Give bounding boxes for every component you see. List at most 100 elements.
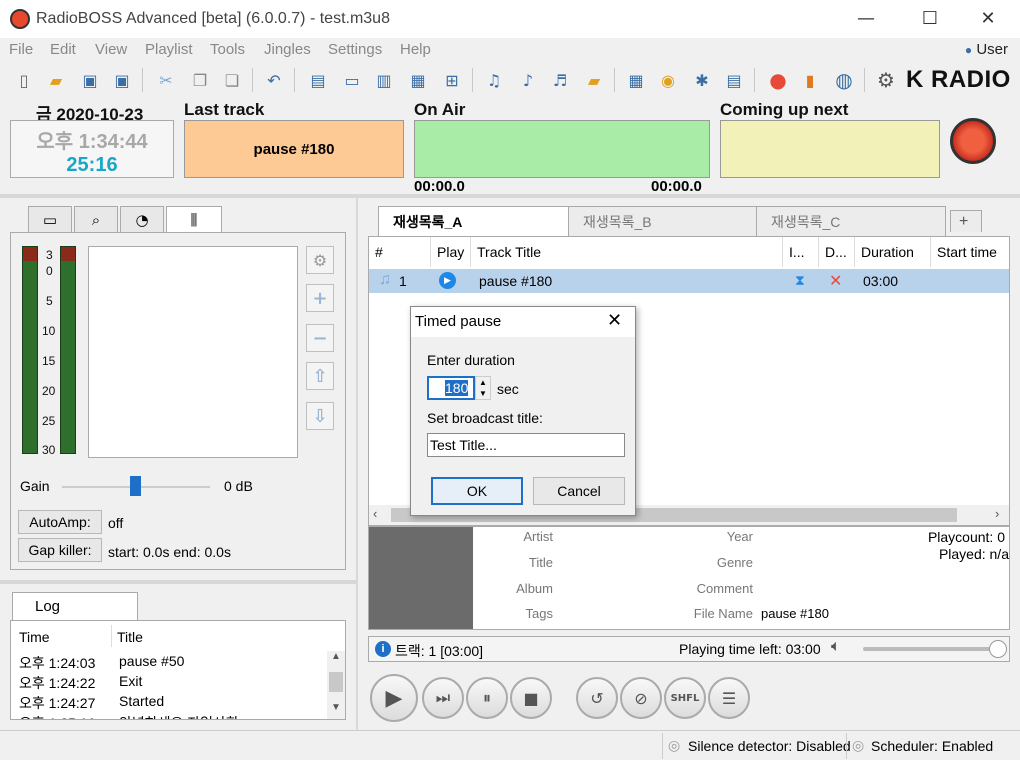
broadcast-title-input[interactable]: Test Title... xyxy=(427,433,625,457)
volume-slider[interactable] xyxy=(989,640,1007,658)
tab-folder-icon[interactable]: ▭ xyxy=(28,206,72,232)
save-icon[interactable]: ▣ xyxy=(78,68,102,92)
ok-button[interactable]: OK xyxy=(431,477,523,505)
menu-file[interactable]: File xyxy=(9,41,33,58)
add-track-icon[interactable]: ♫ xyxy=(482,68,506,92)
play-icon[interactable]: ▶ xyxy=(439,272,456,289)
scroll-left-icon[interactable]: ‹ xyxy=(373,506,377,521)
record-icon[interactable]: ● xyxy=(766,68,790,92)
jingle-icon[interactable]: ◉ xyxy=(656,68,680,92)
add-tab-icon[interactable]: + xyxy=(950,210,982,232)
clock-box: 오후 1:34:44 25:16 xyxy=(10,120,174,178)
clipboard-icon[interactable]: ▤ xyxy=(722,68,746,92)
layout-split-icon[interactable]: ▥ xyxy=(372,68,396,92)
col-track-title[interactable]: Track Title xyxy=(471,237,783,267)
scroll-thumb[interactable] xyxy=(329,672,343,692)
col-i[interactable]: I... xyxy=(783,237,819,267)
move-down-icon[interactable]: ⇩ xyxy=(306,402,334,430)
tab-log[interactable]: Log xyxy=(12,592,138,620)
add-folder-icon[interactable]: ▰ xyxy=(582,68,606,92)
user-icon: ● xyxy=(964,43,973,57)
next-button-icon[interactable]: ⏭︎ xyxy=(422,677,464,719)
play-button-icon[interactable]: ▶ xyxy=(370,674,418,722)
tab-search-icon[interactable]: ⌕ xyxy=(74,206,118,232)
silence-check-icon: ◎ xyxy=(668,737,681,753)
menu-playlist[interactable]: Playlist xyxy=(145,41,193,58)
menu-view[interactable]: View xyxy=(95,41,127,58)
maximize-button[interactable]: ☐ xyxy=(910,8,950,30)
add-effect-icon[interactable]: + xyxy=(306,284,334,312)
layout-add-icon[interactable]: ⊞ xyxy=(440,68,464,92)
stop-button-icon[interactable]: ■ xyxy=(510,677,552,719)
duration-input[interactable]: 180 xyxy=(427,376,475,400)
layout-grid-icon[interactable]: ▦ xyxy=(406,68,430,92)
col-d[interactable]: D... xyxy=(819,237,855,267)
disable-button-icon[interactable]: ⊘ xyxy=(620,677,662,719)
cut-icon[interactable]: ✂ xyxy=(154,68,178,92)
schedule-icon[interactable]: ▦ xyxy=(624,68,648,92)
new-file-icon[interactable]: ▯ xyxy=(12,68,36,92)
menu-help[interactable]: Help xyxy=(400,41,431,58)
gap-killer-button[interactable]: Gap killer: xyxy=(18,538,102,562)
tab-playlist-b[interactable]: 재생목록_B xyxy=(568,206,758,236)
last-track-box: pause #180 xyxy=(184,120,404,178)
volume-icon[interactable]: 🔈︎ xyxy=(831,638,841,656)
effects-list[interactable] xyxy=(88,246,298,458)
tab-clock-icon[interactable]: ◔ xyxy=(120,206,164,232)
add-music-icon[interactable]: ♬ xyxy=(548,68,572,92)
move-up-icon[interactable]: ⇧ xyxy=(306,362,334,390)
dialog-close-icon[interactable]: ✕ xyxy=(607,310,622,331)
scheduler-status[interactable]: Scheduler: Enabled xyxy=(871,738,993,754)
log-list[interactable]: Time Title 오후 1:24:03 pause #50 오후 1:24:… xyxy=(10,620,346,720)
user-menu[interactable]: ● User xyxy=(965,41,1008,58)
menu-jingles[interactable]: Jingles xyxy=(264,41,311,58)
duration-value: 180 xyxy=(445,380,469,396)
gain-slider[interactable] xyxy=(130,476,141,496)
spin-up-icon[interactable]: ▲ xyxy=(479,378,487,387)
undo-icon[interactable]: ↶ xyxy=(262,68,286,92)
tab-mixer-icon[interactable]: ⫼ xyxy=(166,206,222,232)
layout-left-icon[interactable]: ▤ xyxy=(306,68,330,92)
layout-top-icon[interactable]: ▭ xyxy=(340,68,364,92)
queue-button-icon[interactable]: ☰ xyxy=(708,677,750,719)
settings-gear-icon[interactable]: ⚙ xyxy=(874,68,898,92)
save-as-icon[interactable]: ▣ xyxy=(110,68,134,92)
shuffle-button[interactable]: SHFL xyxy=(664,677,706,719)
paste-icon[interactable]: ❏ xyxy=(220,68,244,92)
menu-settings[interactable]: Settings xyxy=(328,41,382,58)
log-scrollbar[interactable]: ▲ ▼ xyxy=(327,651,345,719)
menu-tools[interactable]: Tools xyxy=(210,41,245,58)
delete-icon[interactable]: ✕ xyxy=(829,271,842,291)
globe-icon[interactable]: ◍ xyxy=(832,68,856,92)
log-col-title: Title xyxy=(117,629,143,645)
pause-button-icon[interactable]: ⏸︎ xyxy=(466,677,508,719)
col-start-time[interactable]: Start time xyxy=(931,237,1009,267)
close-button[interactable]: ✕ xyxy=(968,8,1008,30)
silence-detector-status[interactable]: Silence detector: Disabled xyxy=(688,738,851,754)
tab-playlist-a[interactable]: 재생목록_A xyxy=(378,206,574,236)
vertical-splitter[interactable] xyxy=(356,198,358,730)
loop-button-icon[interactable]: ↺ xyxy=(576,677,618,719)
scroll-right-icon[interactable]: › xyxy=(995,506,999,521)
tab-playlist-c[interactable]: 재생목록_C xyxy=(756,206,946,236)
scroll-down-icon[interactable]: ▼ xyxy=(327,702,345,713)
tools-icon[interactable]: ✱ xyxy=(690,68,714,92)
stats-icon[interactable]: ▮ xyxy=(798,68,822,92)
spin-down-icon[interactable]: ▼ xyxy=(479,389,487,398)
remove-effect-icon[interactable]: − xyxy=(306,324,334,352)
menu-edit[interactable]: Edit xyxy=(50,41,76,58)
scroll-up-icon[interactable]: ▲ xyxy=(327,651,345,662)
table-row[interactable]: ♫ 1 ▶ pause #180 ⧗ ✕ 03:00 xyxy=(369,269,1009,293)
open-folder-icon[interactable]: ▰ xyxy=(44,68,68,92)
duration-spinner[interactable]: ▲ ▼ xyxy=(475,376,491,400)
copy-icon[interactable]: ❐ xyxy=(188,68,212,92)
toolbar-separator xyxy=(472,68,473,92)
minimize-button[interactable]: — xyxy=(846,8,886,30)
autoamp-button[interactable]: AutoAmp: xyxy=(18,510,102,534)
col-duration[interactable]: Duration xyxy=(855,237,931,267)
cancel-button[interactable]: Cancel xyxy=(533,477,625,505)
col-number[interactable]: # xyxy=(369,237,431,267)
col-play[interactable]: Play xyxy=(431,237,471,267)
effect-settings-icon[interactable]: ⚙ xyxy=(306,246,334,274)
insert-track-icon[interactable]: ♪ xyxy=(516,68,540,92)
